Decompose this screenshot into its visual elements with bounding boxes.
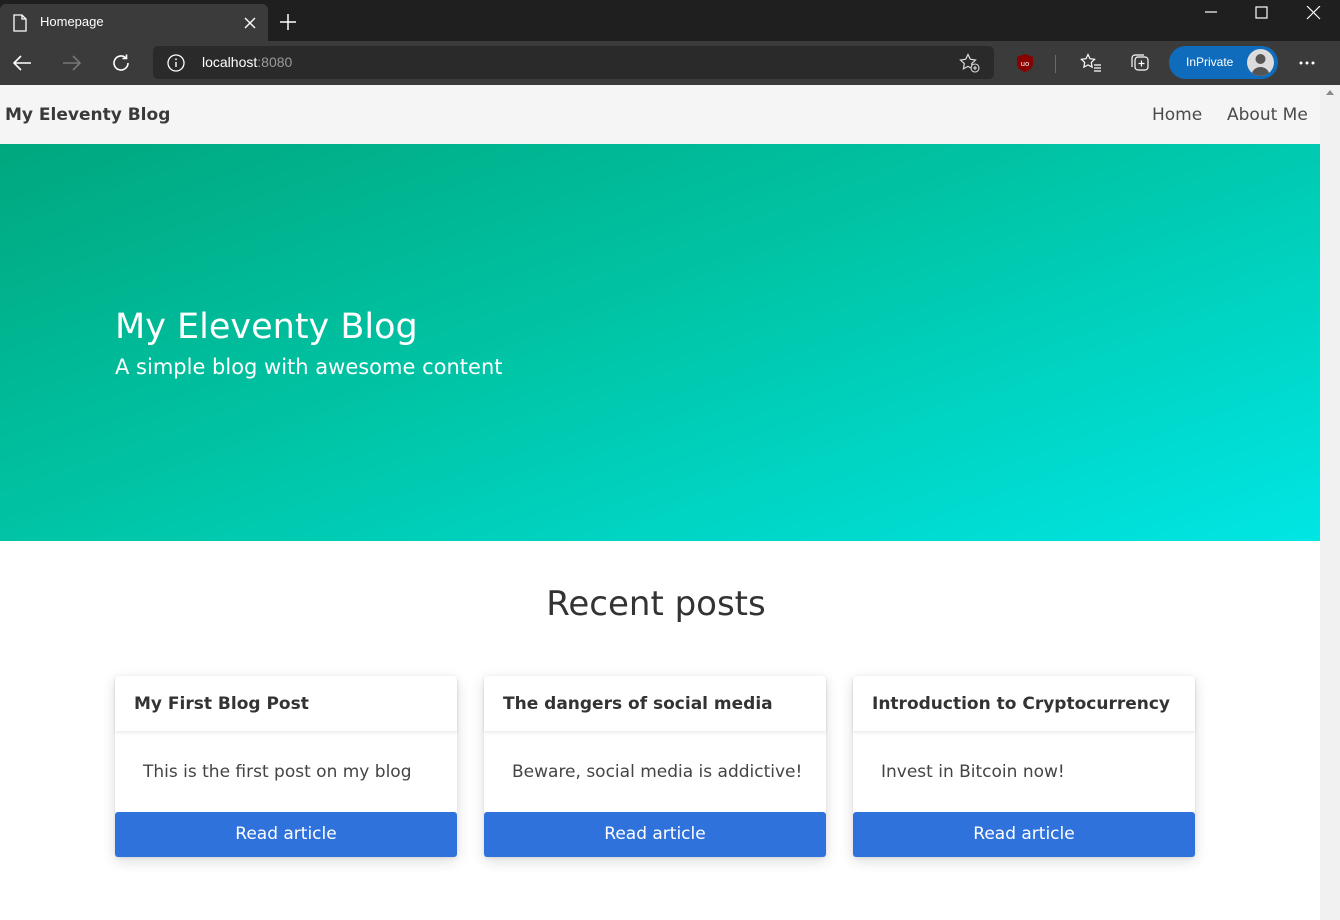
browser-toolbar: localhost:8080 uo InPrivate <box>0 41 1340 85</box>
refresh-icon[interactable] <box>106 49 136 77</box>
post-excerpt: Beware, social media is addictive! <box>512 762 803 782</box>
avatar <box>1247 49 1274 76</box>
browser-tab[interactable]: Homepage <box>0 4 268 41</box>
close-tab-icon[interactable] <box>240 13 260 33</box>
read-article-button[interactable]: Read article <box>115 812 457 857</box>
hero-subtitle: A simple blog with awesome content <box>115 355 503 379</box>
maximize-icon[interactable] <box>1236 0 1288 32</box>
url-text: localhost:8080 <box>202 54 292 70</box>
page-scrollbar[interactable] <box>1320 85 1340 920</box>
post-card-header: The dangers of social media <box>484 676 826 731</box>
nav-about-me[interactable]: About Me <box>1227 105 1308 125</box>
scroll-up-icon[interactable] <box>1326 90 1334 95</box>
post-title: Introduction to Cryptocurrency <box>872 694 1170 714</box>
post-card: The dangers of social media Beware, soci… <box>484 676 826 857</box>
post-card-header: My First Blog Post <box>115 676 457 731</box>
site-brand[interactable]: My Eleventy Blog <box>5 105 170 125</box>
post-title: My First Blog Post <box>134 694 309 714</box>
toolbar-separator <box>1055 55 1056 73</box>
minimize-icon[interactable] <box>1185 0 1237 32</box>
inprivate-button[interactable]: InPrivate <box>1169 46 1278 79</box>
post-excerpt: This is the first post on my blog <box>143 762 412 782</box>
post-card-header: Introduction to Cryptocurrency <box>853 676 1195 731</box>
info-icon[interactable] <box>167 54 185 76</box>
nav-home[interactable]: Home <box>1152 105 1202 125</box>
ublock-icon[interactable]: uo <box>1010 49 1040 77</box>
post-card: Introduction to Cryptocurrency Invest in… <box>853 676 1195 857</box>
collections-icon[interactable] <box>1125 49 1155 77</box>
read-article-button[interactable]: Read article <box>484 812 826 857</box>
new-tab-icon[interactable] <box>277 11 299 33</box>
url-port: :8080 <box>257 54 293 70</box>
url-host: localhost <box>202 54 258 70</box>
tab-title: Homepage <box>40 14 104 29</box>
hero-banner: My Eleventy Blog A simple blog with awes… <box>0 144 1320 541</box>
add-favorite-icon[interactable] <box>959 53 981 77</box>
forward-icon[interactable] <box>56 49 86 77</box>
inprivate-label: InPrivate <box>1186 55 1234 69</box>
site-navbar: My Eleventy Blog Home About Me <box>0 85 1320 144</box>
window-close-icon[interactable] <box>1288 0 1340 32</box>
hero-title: My Eleventy Blog <box>115 307 418 347</box>
page-icon <box>12 14 28 32</box>
address-bar[interactable]: localhost:8080 <box>153 46 994 79</box>
read-article-button[interactable]: Read article <box>853 812 1195 857</box>
post-title: The dangers of social media <box>503 694 773 714</box>
post-card: My First Blog Post This is the first pos… <box>115 676 457 857</box>
post-excerpt: Invest in Bitcoin now! <box>881 762 1065 782</box>
more-menu-icon[interactable] <box>1292 49 1322 77</box>
favorites-icon[interactable] <box>1075 49 1105 77</box>
page-viewport: My Eleventy Blog Home About Me My Eleven… <box>0 85 1320 920</box>
svg-text:uo: uo <box>1021 60 1030 68</box>
browser-titlebar: Homepage <box>0 0 1340 41</box>
recent-posts-heading: Recent posts <box>546 584 766 624</box>
back-icon[interactable] <box>6 49 36 77</box>
